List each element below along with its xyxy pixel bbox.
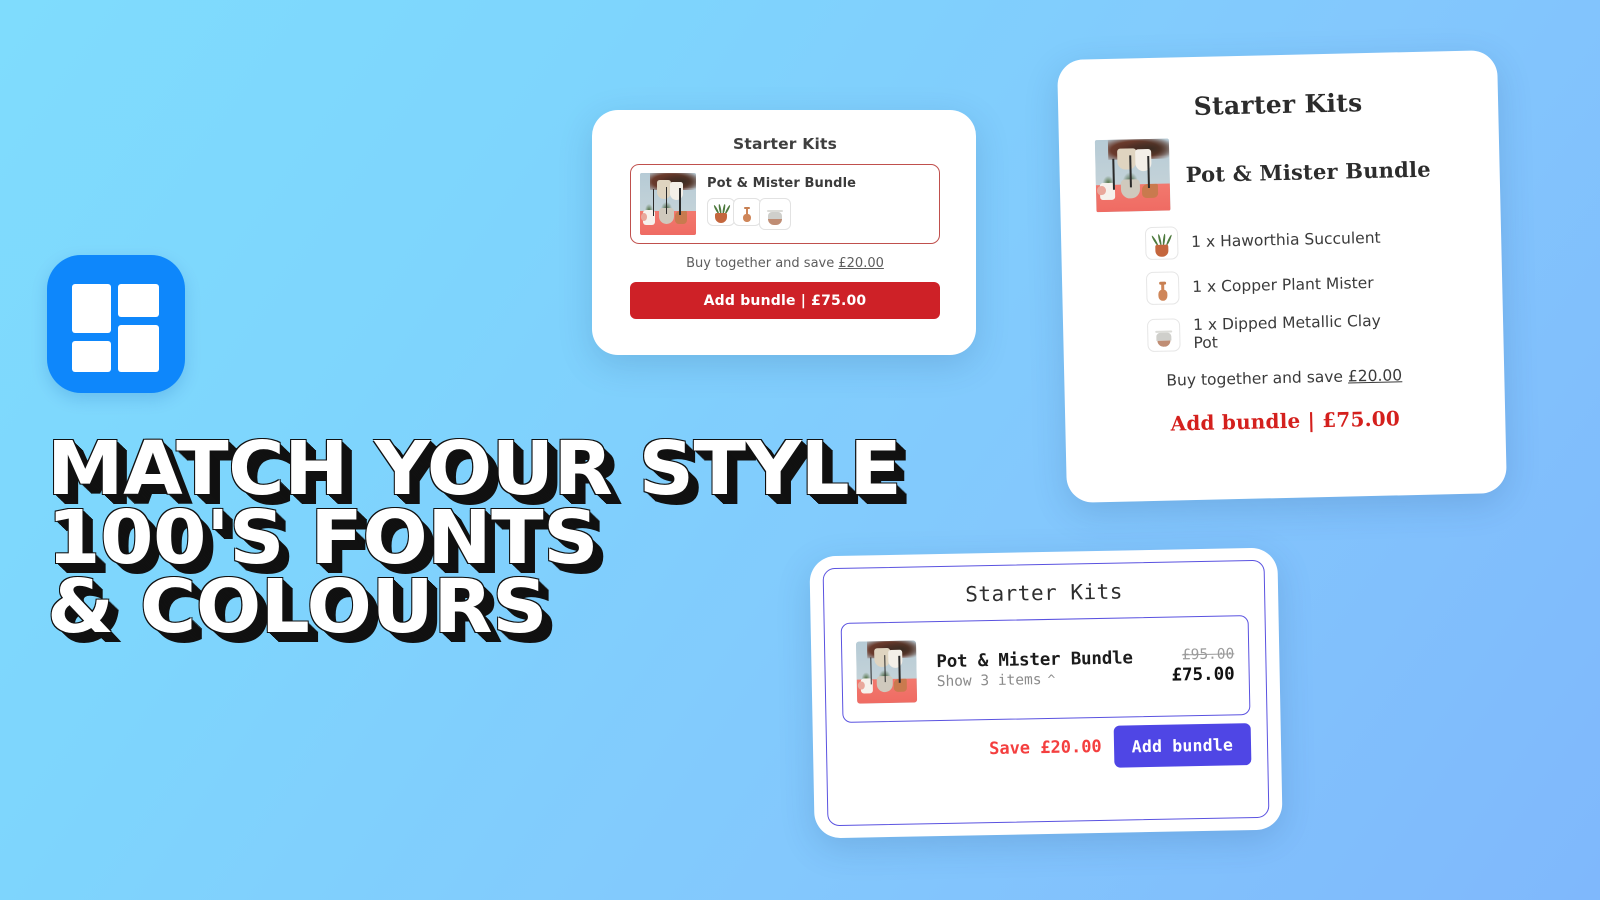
card2-hero: Pot & Mister Bundle <box>1094 132 1465 213</box>
card1-bundle-row[interactable]: Pot & Mister Bundle <box>630 164 940 244</box>
bundle-card-serif: Starter Kits Pot & Mister Bundle 1 x Haw… <box>1057 50 1507 503</box>
card2-item-label: 1 x Haworthia Succulent <box>1191 229 1381 252</box>
list-item: 1 x Copper Plant Mister <box>1145 265 1467 306</box>
card1-save-line: Buy together and save £20.00 <box>630 256 940 271</box>
headline-line-3: & COLOURS <box>47 563 548 650</box>
list-item: 1 x Dipped Metallic Clay Pot <box>1146 310 1468 354</box>
card-inner: Starter Kits Pot & Mister Bundle Show 3 … <box>822 559 1270 827</box>
succulent-icon <box>1144 226 1179 261</box>
card3-footer: Save £20.00 Add bundle <box>843 723 1252 773</box>
card2-item-label: 1 x Copper Plant Mister <box>1192 274 1374 297</box>
logo-tile-2 <box>118 284 159 317</box>
card3-new-price: £75.00 <box>1171 664 1235 686</box>
card1-save-label: Buy together and save <box>686 256 835 271</box>
logo-tile-4 <box>118 325 159 372</box>
card3-old-price: £95.00 <box>1181 646 1235 664</box>
card3-show-items-toggle[interactable]: Show 3 items ^ <box>937 670 1152 690</box>
card3-title: Starter Kits <box>965 579 1124 607</box>
card2-title: Starter Kits <box>1193 88 1363 121</box>
card1-save-amount: £20.00 <box>838 256 884 271</box>
headline-line-1: MATCH YOUR STYLE <box>47 426 902 512</box>
headline-line-2: 100'S FONTS <box>47 494 599 581</box>
bundle-card-mono: Starter Kits Pot & Mister Bundle Show 3 … <box>809 547 1283 839</box>
card2-save-label: Buy together and save <box>1166 367 1344 390</box>
card1-thumbnails <box>707 198 856 230</box>
card2-item-list: 1 x Haworthia Succulent 1 x Copper Plant… <box>1097 220 1468 355</box>
card2-save-amount: £20.00 <box>1347 366 1403 386</box>
card3-bundle-name: Pot & Mister Bundle <box>936 648 1133 673</box>
card2-save-line: Buy together and save £20.00 <box>1100 365 1468 391</box>
bundle-card-sans: Starter Kits Pot & Mister Bundle Buy tog… <box>592 110 976 355</box>
chevron-up-icon: ^ <box>1047 672 1056 688</box>
clay-pot-icon[interactable] <box>759 198 791 230</box>
bundle-photo <box>1094 138 1171 213</box>
mister-icon[interactable] <box>733 198 761 226</box>
card3-show-items-label: Show 3 items <box>936 672 1042 691</box>
card1-bundle-name: Pot & Mister Bundle <box>707 176 857 191</box>
list-item: 1 x Haworthia Succulent <box>1144 220 1466 261</box>
card2-bundle-name: Pot & Mister Bundle <box>1185 156 1431 187</box>
bundle-photo <box>640 173 696 235</box>
card2-add-bundle-button[interactable]: Add bundle | £75.00 <box>1101 405 1469 437</box>
card3-save-label: Save £20.00 <box>988 736 1102 760</box>
card2-item-label: 1 x Dipped Metallic Clay Pot <box>1192 311 1381 353</box>
card-inner: Starter Kits Pot & Mister Bundle <box>611 118 959 340</box>
headline: MATCH YOUR STYLE 100'S FONTS & COLOURS <box>47 426 902 650</box>
mister-icon <box>1145 271 1180 306</box>
card3-add-bundle-button[interactable]: Add bundle <box>1113 723 1252 768</box>
card-inner: Starter Kits Pot & Mister Bundle <box>1067 61 1497 491</box>
card3-prices: £95.00 £75.00 <box>1171 646 1235 685</box>
grid-tiles-app-icon <box>47 255 185 393</box>
card1-add-bundle-button[interactable]: Add bundle | £75.00 <box>630 282 940 319</box>
bundle-photo <box>855 640 918 704</box>
logo-tile-3 <box>72 341 111 372</box>
card3-bundle-row[interactable]: Pot & Mister Bundle Show 3 items ^ £95.0… <box>840 615 1251 723</box>
logo-tile-1 <box>72 284 111 333</box>
succulent-icon[interactable] <box>707 198 735 226</box>
card1-title: Starter Kits <box>733 135 837 153</box>
clay-pot-icon <box>1146 317 1181 352</box>
